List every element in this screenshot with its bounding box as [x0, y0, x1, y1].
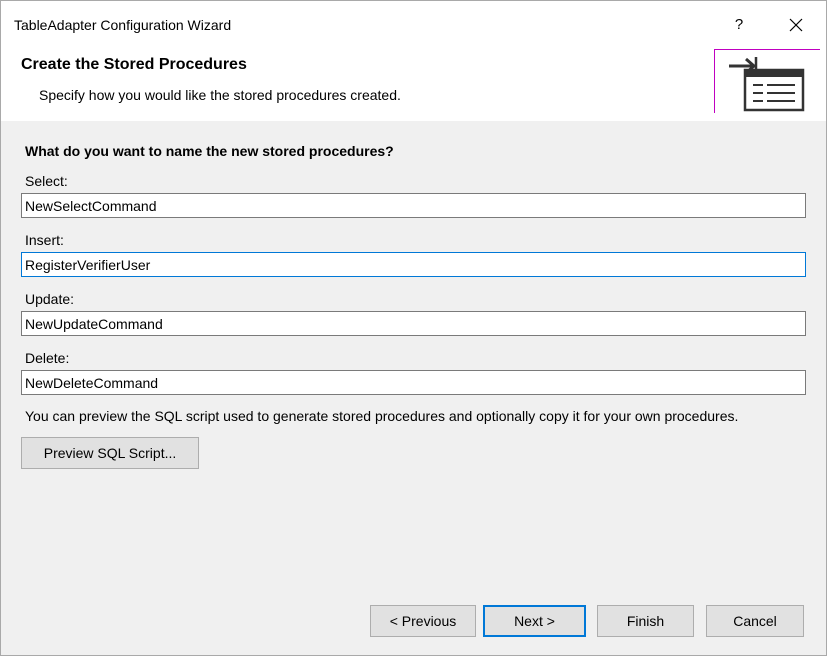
- delete-label: Delete:: [25, 350, 70, 366]
- wizard-arrow-list-icon: [729, 57, 805, 112]
- next-button[interactable]: Next >: [483, 605, 586, 637]
- wizard-dialog: TableAdapter Configuration Wizard ? Crea…: [0, 0, 827, 656]
- update-label: Update:: [25, 291, 75, 307]
- page-title: Create the Stored Procedures: [21, 56, 247, 73]
- preview-info-text: You can preview the SQL script used to g…: [25, 408, 739, 424]
- finish-button[interactable]: Finish: [597, 605, 694, 637]
- wizard-header: Create the Stored Procedures Specify how…: [1, 47, 826, 121]
- title-bar: TableAdapter Configuration Wizard ?: [1, 1, 826, 47]
- insert-name-input[interactable]: [21, 252, 806, 277]
- close-button[interactable]: [779, 9, 813, 41]
- cancel-button[interactable]: Cancel: [706, 605, 804, 637]
- header-icon-frame: [714, 49, 820, 113]
- preview-sql-script-button[interactable]: Preview SQL Script...: [21, 437, 199, 469]
- select-name-input[interactable]: [21, 193, 806, 218]
- help-button[interactable]: ?: [723, 9, 755, 41]
- delete-name-input[interactable]: [21, 370, 806, 395]
- window-title: TableAdapter Configuration Wizard: [14, 17, 232, 33]
- naming-question: What do you want to name the new stored …: [25, 143, 394, 159]
- page-subtitle: Specify how you would like the stored pr…: [39, 87, 401, 103]
- close-icon: [789, 18, 803, 32]
- select-label: Select:: [25, 173, 68, 189]
- update-name-input[interactable]: [21, 311, 806, 336]
- insert-label: Insert:: [25, 232, 64, 248]
- previous-button[interactable]: < Previous: [370, 605, 476, 637]
